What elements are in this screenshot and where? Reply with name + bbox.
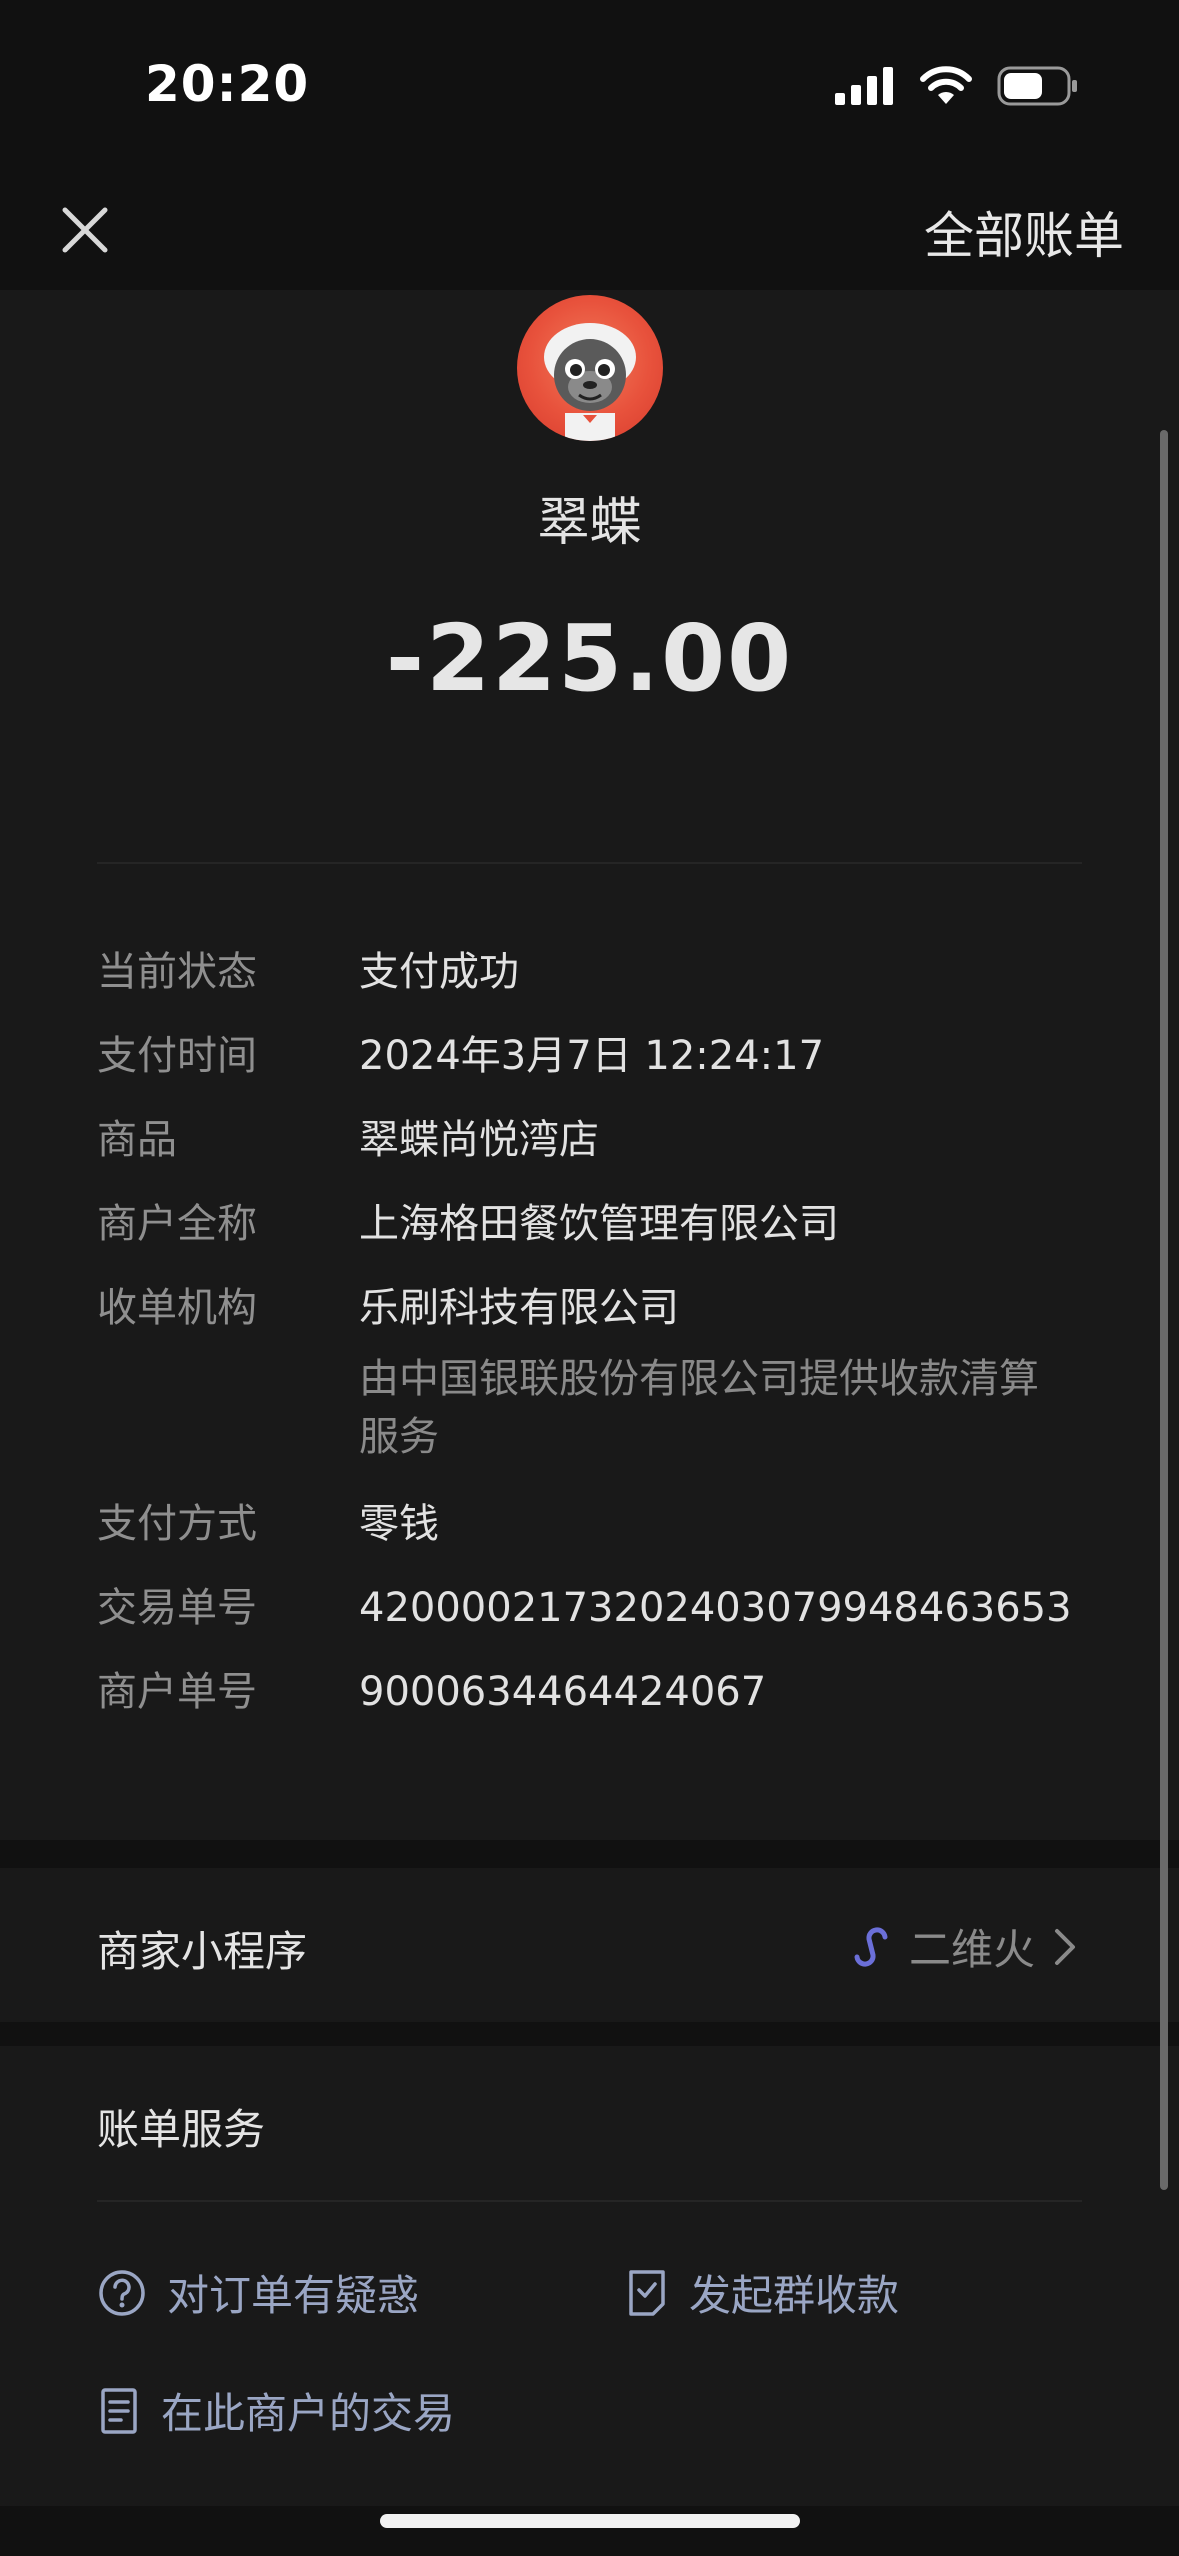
- acquirer-note: 由中国银联股份有限公司提供收款清算服务: [359, 1356, 1039, 1460]
- transaction-amount: -225.00: [385, 605, 794, 712]
- mini-program-name: 二维火: [908, 1925, 1035, 1974]
- detail-label: 交易单号: [97, 1585, 257, 1631]
- detail-label: 商户全称: [97, 1201, 257, 1247]
- group-collection-label: 发起群收款: [689, 2271, 900, 2320]
- battery-icon: [997, 66, 1077, 106]
- top-nav-bar: 全部账单: [0, 170, 1179, 290]
- merchant-name: 翠蝶: [537, 493, 642, 553]
- divider: [97, 2200, 1082, 2202]
- divider: [97, 862, 1082, 864]
- close-icon[interactable]: [55, 200, 115, 260]
- bill-services-section: 账单服务 对订单有疑惑 发起群收款 在此商户的交易: [0, 2046, 1179, 2506]
- detail-label: 支付时间: [97, 1033, 257, 1079]
- question-circle-icon: [99, 2269, 145, 2316]
- wifi-icon: [920, 66, 972, 104]
- detail-value[interactable]: 4200002173202403079948463653: [359, 1582, 1072, 1634]
- mini-program-icon: [854, 1926, 888, 1967]
- chevron-right-icon: [1055, 1928, 1075, 1965]
- detail-value: 零钱: [359, 1501, 439, 1547]
- order-question-label: 对订单有疑惑: [167, 2271, 420, 2320]
- merchant-avatar: [517, 295, 663, 441]
- group-collection-button[interactable]: 发起群收款: [625, 2262, 899, 2323]
- detail-value: 2024年3月7日 12:24:17: [359, 1033, 825, 1079]
- mini-program-label: 商家小程序: [97, 1927, 308, 1976]
- monkey-mascot-icon: [544, 323, 636, 441]
- detail-value: 翠蝶尚悦湾店: [359, 1117, 599, 1163]
- section-separator: [0, 1840, 1179, 1868]
- signal-icon: [835, 67, 893, 105]
- detail-value: 上海格田餐饮管理有限公司: [359, 1201, 839, 1247]
- status-time: 20:20: [145, 55, 310, 113]
- bill-services-title: 账单服务: [97, 2105, 266, 2154]
- status-icons: [835, 66, 1079, 106]
- detail-value: 支付成功: [359, 949, 519, 995]
- document-list-icon: [101, 2387, 137, 2434]
- detail-label: 收单机构: [97, 1285, 257, 1331]
- detail-value: 乐刷科技有限公司: [359, 1285, 679, 1331]
- detail-label: 商品: [97, 1117, 177, 1163]
- detail-label: 商户单号: [97, 1669, 257, 1715]
- merchant-transactions-label: 在此商户的交易: [161, 2389, 456, 2438]
- detail-value[interactable]: 9000634464424067: [359, 1666, 766, 1718]
- mini-program-entry: 二维火: [847, 1916, 1079, 1977]
- all-bills-link[interactable]: 全部账单: [924, 196, 1124, 268]
- section-separator: [0, 2022, 1179, 2046]
- document-check-icon: [629, 2269, 665, 2316]
- merchant-transactions-button[interactable]: 在此商户的交易: [97, 2380, 455, 2441]
- detail-label: 当前状态: [97, 949, 257, 995]
- home-indicator[interactable]: [380, 2514, 800, 2528]
- merchant-mini-program-row[interactable]: 商家小程序 二维火: [0, 1868, 1179, 2022]
- scrollbar[interactable]: [1160, 430, 1168, 2190]
- order-question-button[interactable]: 对订单有疑惑: [97, 2262, 419, 2323]
- detail-label: 支付方式: [97, 1501, 257, 1547]
- status-bar: 20:20: [0, 0, 1179, 170]
